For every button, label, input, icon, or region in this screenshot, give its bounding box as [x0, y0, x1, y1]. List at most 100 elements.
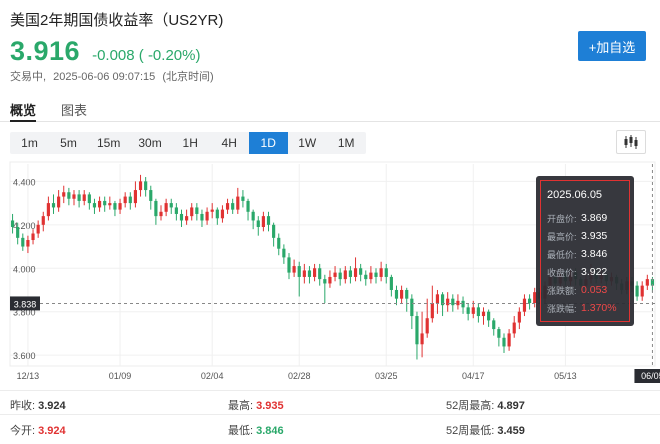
candle-body	[72, 194, 76, 199]
candle-body	[266, 216, 271, 225]
candle-body	[225, 203, 230, 210]
crosshair-value-label: 3.838	[14, 299, 37, 309]
candle-body	[118, 203, 122, 210]
timestamp: 2025-06-06 09:07:15	[53, 71, 156, 83]
candle-body	[451, 298, 455, 306]
candle-body	[241, 196, 245, 201]
add-to-watchlist-button[interactable]: +加自选	[578, 31, 646, 61]
stat-label: 52周最低:	[446, 425, 495, 437]
stats-divider	[0, 414, 660, 415]
period-1mo[interactable]: 1M	[327, 132, 366, 154]
candle-body	[425, 318, 429, 334]
candle-body	[92, 203, 97, 208]
candle-body	[21, 237, 25, 247]
x-tick-label: 02/28	[288, 371, 311, 381]
stat-label: 52周最高:	[446, 400, 495, 412]
period-5m[interactable]: 5m	[49, 132, 88, 154]
candle-body	[190, 207, 194, 217]
period-1h[interactable]: 1H	[171, 132, 210, 154]
period-1w[interactable]: 1W	[288, 132, 327, 154]
tooltip-row-change: 涨跌额: 0.053	[547, 281, 625, 299]
candle-body	[26, 240, 30, 247]
current-price: 3.916	[10, 36, 81, 66]
stat-label: 今开:	[10, 425, 36, 437]
x-tick-label: 05/13	[554, 371, 577, 381]
period-30m[interactable]: 30m	[129, 132, 170, 154]
stat-high: 最高: 3.935	[228, 397, 284, 413]
stat-prev-close: 昨收: 3.924	[10, 397, 66, 413]
tooltip-row-high: 最高价: 3.935	[547, 227, 625, 245]
candle-body	[333, 272, 337, 277]
candle-body	[272, 224, 276, 238]
tooltip-value: 3.846	[581, 248, 608, 260]
price-change: -0.008 ( -0.20%)	[92, 47, 201, 64]
tooltip-label: 涨跌额:	[547, 285, 577, 296]
candle-body	[149, 190, 153, 201]
candle-body	[461, 300, 465, 308]
candle-body	[282, 248, 286, 258]
period-1d[interactable]: 1D	[248, 132, 288, 154]
candle-body	[471, 307, 475, 314]
candle-body	[82, 194, 86, 201]
candle-body	[97, 200, 102, 208]
y-tick-label: 3.600	[13, 351, 36, 361]
candle-body	[215, 209, 219, 219]
candle-body	[205, 211, 209, 221]
main-tabs: 概览 图表	[0, 96, 660, 122]
tooltip-frame: 2025.06.05 开盘价: 3.869 最高价: 3.935 最低价: 3.…	[540, 180, 630, 322]
candle-body	[62, 192, 66, 197]
candle-body	[645, 279, 649, 286]
candle-body	[446, 298, 450, 306]
candle-body	[174, 207, 178, 214]
period-1m[interactable]: 1m	[10, 132, 49, 154]
candle-body	[220, 209, 225, 219]
period-selector: 1m 5m 15m 30m 1H 4H 1D 1W 1M	[10, 132, 366, 154]
tooltip-label: 开盘价:	[547, 213, 577, 224]
stat-value: 3.924	[38, 425, 66, 437]
candle-body	[46, 203, 50, 217]
candle-body	[502, 337, 506, 347]
tab-chart[interactable]: 图表	[61, 100, 87, 122]
candle-body	[159, 211, 163, 217]
candle-body	[338, 272, 342, 280]
candle-body	[389, 276, 393, 290]
candle-body	[195, 207, 199, 214]
stat-label: 昨收:	[10, 400, 36, 412]
x-tick-label: 03/25	[375, 371, 398, 381]
candle-body	[123, 196, 127, 204]
quote-stats: 昨收: 3.924 最高: 3.935 52周最高: 4.897 今开: 3.9…	[0, 390, 660, 444]
candle-body	[492, 320, 496, 330]
candle-body	[210, 209, 214, 212]
candle-body	[379, 268, 383, 277]
x-tick-label: 04/17	[462, 371, 485, 381]
candle-body	[476, 307, 480, 317]
stat-value: 3.846	[256, 425, 284, 437]
candle-body	[128, 196, 132, 204]
period-15m[interactable]: 15m	[88, 132, 129, 154]
tab-overview[interactable]: 概览	[10, 100, 37, 122]
candle-body	[318, 268, 322, 280]
candle-body	[481, 311, 486, 317]
candle-body	[410, 298, 414, 317]
period-4h[interactable]: 4H	[210, 132, 249, 154]
stat-value: 3.935	[256, 400, 284, 412]
candle-body	[635, 285, 639, 297]
candle-body	[67, 192, 71, 199]
candle-body	[133, 190, 138, 204]
candle-body	[405, 289, 409, 299]
page-title: 美国2年期国债收益率（US2YR)	[10, 12, 224, 29]
candle-body	[251, 211, 255, 221]
x-tick-label: 12/13	[17, 371, 40, 381]
candle-body	[87, 194, 91, 204]
trading-status: 交易中, 2025-06-06 09:07:15 (北京时间)	[10, 68, 218, 84]
stat-label: 最高:	[228, 400, 254, 412]
tooltip-date: 2025.06.05	[547, 189, 603, 201]
tooltip-row-close: 收盘价: 3.922	[547, 263, 625, 281]
x-tick-label: 01/09	[109, 371, 132, 381]
chart-type-button[interactable]	[616, 130, 646, 154]
candle-body	[323, 279, 327, 284]
candle-body	[200, 213, 204, 221]
tooltip-value: 3.869	[581, 212, 608, 224]
candle-body	[179, 213, 184, 221]
candle-body	[297, 266, 301, 277]
